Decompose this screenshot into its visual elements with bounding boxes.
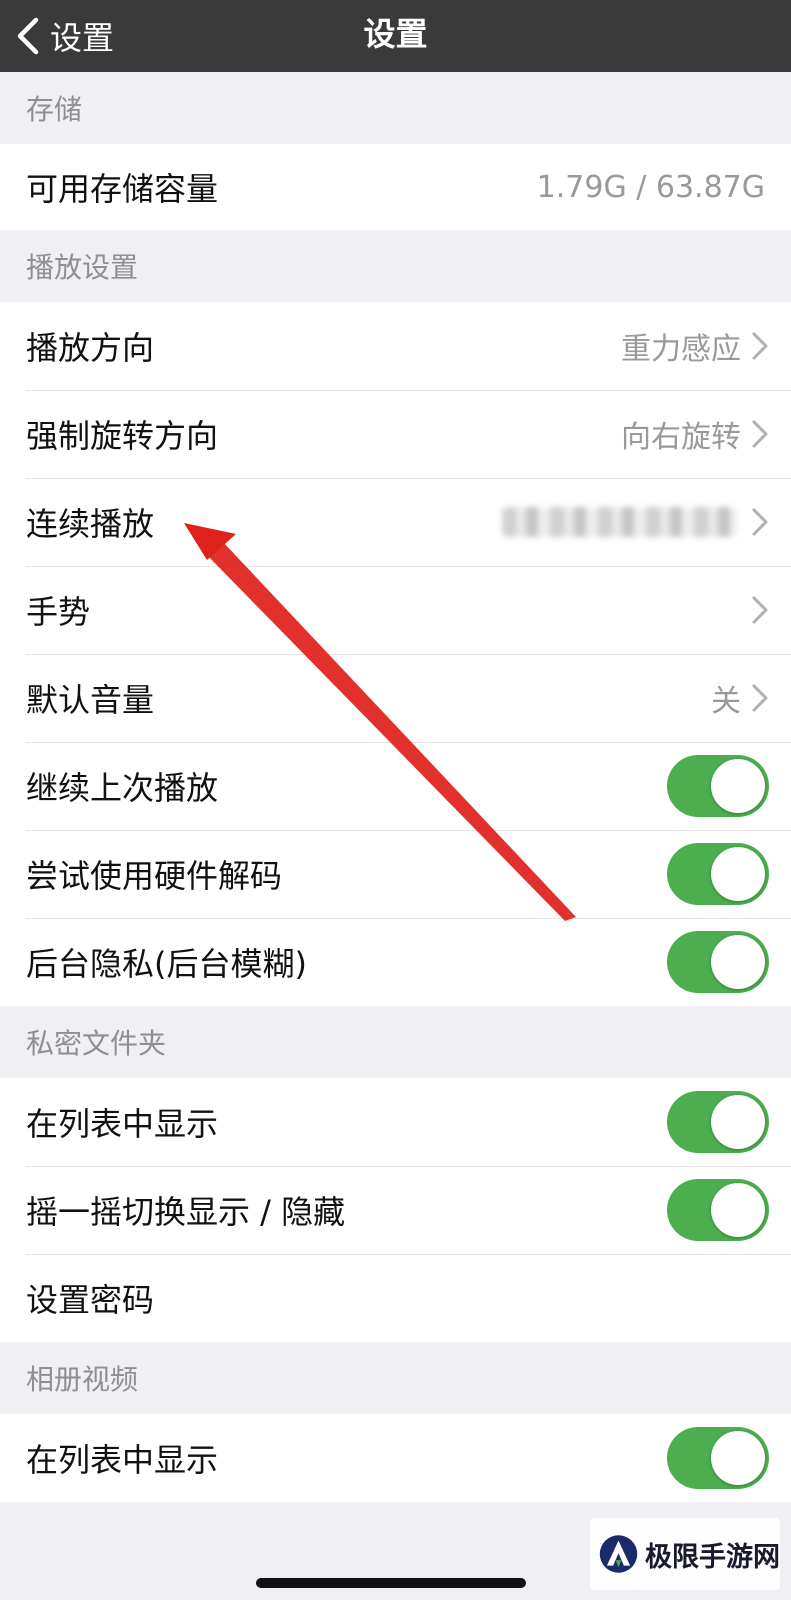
set-password-label: 设置密码 [26,1281,155,1319]
chevron-right-icon [752,684,768,712]
gesture-label: 手势 [26,593,91,631]
resume-playback-label: 继续上次播放 [26,769,219,807]
default-volume-value: 关 [711,684,741,719]
hardware-decode-toggle[interactable] [667,843,769,905]
row-private-show-in-list: 在列表中显示 [0,1078,791,1166]
row-shake-toggle: 摇一摇切换显示 / 隐藏 [0,1166,791,1254]
chevron-right-icon [752,332,768,360]
continuous-play-label: 连续播放 [26,505,155,543]
group-storage: 可用存储容量 1.79G / 63.87G [0,144,791,230]
row-set-password[interactable]: 设置密码 [0,1254,791,1342]
force-rotate-label: 强制旋转方向 [26,417,219,455]
background-privacy-toggle[interactable] [667,931,769,993]
shake-toggle-label: 摇一摇切换显示 / 隐藏 [26,1193,346,1231]
play-orientation-value: 重力感应 [621,332,741,367]
toggle-knob [711,1431,765,1485]
chevron-right-icon [752,596,768,624]
back-label: 设置 [50,19,115,57]
toggle-knob [711,759,765,813]
chevron-right-icon [752,420,768,448]
row-gesture[interactable]: 手势 [0,566,791,654]
shake-toggle-switch[interactable] [667,1179,769,1241]
available-storage-label: 可用存储容量 [26,170,219,208]
row-background-privacy: 后台隐私(后台模糊) [0,918,791,1006]
row-album-show-in-list: 在列表中显示 [0,1414,791,1502]
toggle-knob [711,1183,765,1237]
home-indicator [256,1578,526,1588]
default-volume-label: 默认音量 [26,681,155,719]
row-available-storage: 可用存储容量 1.79G / 63.87G [0,144,791,230]
toggle-knob [711,935,765,989]
watermark: 极限手游网 [590,1518,780,1590]
private-show-in-list-label: 在列表中显示 [26,1105,219,1143]
chevron-right-icon [752,508,768,536]
background-privacy-label: 后台隐私(后台模糊) [26,945,307,983]
resume-playback-toggle[interactable] [667,755,769,817]
chevron-left-icon [17,17,39,55]
album-show-in-list-toggle[interactable] [667,1427,769,1489]
play-orientation-label: 播放方向 [26,329,155,367]
group-private-folder: 在列表中显示 摇一摇切换显示 / 隐藏 设置密码 [0,1078,791,1342]
back-button[interactable]: 设置 [14,0,114,72]
force-rotate-value: 向右旋转 [621,420,741,455]
navigation-bar: 设置 设置 [0,0,791,72]
row-resume-playback: 继续上次播放 [0,742,791,830]
row-default-volume[interactable]: 默认音量 关 [0,654,791,742]
toggle-knob [711,847,765,901]
row-continuous-play[interactable]: 连续播放 [0,478,791,566]
group-album-video: 在列表中显示 [0,1414,791,1502]
site-logo-icon [599,1535,638,1573]
album-show-in-list-label: 在列表中显示 [26,1441,219,1479]
row-force-rotate[interactable]: 强制旋转方向 向右旋转 [0,390,791,478]
section-header-private-folder: 私密文件夹 [26,1027,167,1060]
available-storage-value: 1.79G / 63.87G [536,169,765,205]
toggle-knob [711,1095,765,1149]
group-playback: 播放方向 重力感应 强制旋转方向 向右旋转 连续播放 手势 默认音量 关 继续上… [0,302,791,1006]
blurred-value [502,507,737,537]
section-header-storage: 存储 [26,93,83,126]
section-header-album-video: 相册视频 [26,1363,139,1396]
hardware-decode-label: 尝试使用硬件解码 [26,857,283,895]
page-title: 设置 [363,15,428,53]
private-show-in-list-toggle[interactable] [667,1091,769,1153]
section-header-playback: 播放设置 [26,251,139,284]
row-play-orientation[interactable]: 播放方向 重力感应 [0,302,791,390]
watermark-text: 极限手游网 [645,1541,780,1573]
row-hardware-decode: 尝试使用硬件解码 [0,830,791,918]
